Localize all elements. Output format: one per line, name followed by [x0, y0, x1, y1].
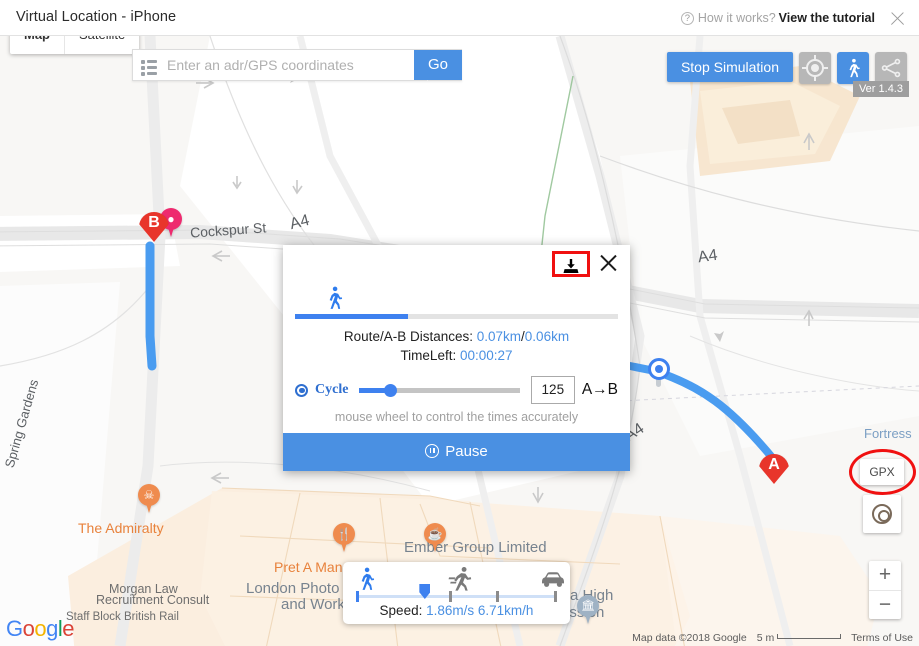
ab-direction-label[interactable]: A→B: [582, 381, 618, 399]
bar-glass-icon: ☠: [143, 488, 155, 502]
zoom-controls[interactable]: + −: [869, 561, 901, 619]
virtual-location-window: Cockspur St A4 A4 A4 Spring Gardens The …: [0, 0, 919, 646]
poi-pin-caffe-nero[interactable]: ☕: [424, 523, 446, 553]
pause-button[interactable]: Pause: [283, 433, 630, 471]
route-distance-value: 0.07km: [476, 329, 522, 344]
cycle-slider-knob[interactable]: [383, 384, 397, 397]
stop-simulation-button[interactable]: Stop Simulation: [666, 52, 793, 82]
locate-me-icon: [872, 504, 892, 524]
speed-tick-car: [554, 591, 557, 602]
map-scale: 5 m: [757, 632, 842, 644]
car-icon[interactable]: [539, 568, 567, 595]
time-left-value: 00:00:27: [459, 348, 513, 363]
gpx-button[interactable]: GPX: [860, 459, 904, 485]
speed-mode-icons: [343, 562, 570, 594]
simulation-dialog-header: [283, 245, 630, 281]
current-location-marker[interactable]: [648, 358, 670, 380]
simulation-progress[interactable]: [283, 281, 630, 323]
walk-mode-button[interactable]: [837, 52, 869, 84]
cycle-times-value[interactable]: 125: [530, 376, 575, 404]
scale-bar-graphic: [777, 634, 842, 639]
speed-label: Speed:: [379, 603, 423, 618]
map-attribution: Map data ©2018 Google 5 m Terms of Use: [632, 630, 919, 646]
progress-track[interactable]: [295, 314, 618, 319]
download-gpx-icon: [562, 257, 580, 281]
map-data-credit: Map data ©2018 Google: [632, 632, 747, 644]
search-input[interactable]: [163, 51, 427, 79]
download-gpx-button[interactable]: [552, 251, 590, 277]
cycle-label[interactable]: Cycle: [315, 382, 348, 398]
close-icon[interactable]: [598, 251, 620, 275]
time-left-line: TimeLeft: 00:00:27: [283, 346, 630, 365]
speed-slider-fill: [356, 595, 425, 598]
speed-popup: Speed: 1.86m/s 6.71km/h: [343, 562, 570, 624]
speed-tick-run: [449, 591, 452, 602]
multi-stop-route-button[interactable]: [875, 52, 907, 84]
speed-tick-walk: [356, 591, 359, 602]
poi-pin-the-admiralty[interactable]: ☠: [138, 484, 160, 514]
ab-distance-value: 0.06km: [524, 329, 570, 344]
pause-circle-icon: [425, 444, 440, 458]
cycle-row: Cycle 125 A→B: [295, 376, 618, 404]
cycle-slider-fill: [359, 388, 387, 393]
list-icon[interactable]: [133, 50, 163, 80]
center-target-button[interactable]: [799, 52, 831, 84]
bank-building-icon: 🏛: [581, 600, 595, 612]
speed-readout: Speed: 1.86m/s 6.71km/h: [343, 603, 570, 618]
page-title: Virtual Location - iPhone: [16, 9, 177, 25]
question-mark-icon: ?: [680, 12, 694, 26]
speed-kmh-value: 6.71km/h: [477, 603, 534, 618]
go-button[interactable]: Go: [414, 50, 462, 80]
version-badge: Ver 1.4.3: [852, 81, 909, 97]
help-label: How it works?: [697, 11, 776, 25]
speed-ms-value: 1.86m/s: [426, 603, 475, 618]
restaurant-icon: 🍴: [336, 527, 352, 541]
simulation-dialog: Route/A-B Distances: 0.07km/0.06km TimeL…: [283, 245, 630, 471]
speed-tick-mid: [496, 591, 499, 602]
crosshair-target-icon: [806, 59, 824, 77]
google-logo: Google: [6, 616, 75, 641]
cycle-times-slider[interactable]: [359, 382, 520, 398]
cycle-hint: mouse wheel to control the times accurat…: [334, 410, 579, 424]
pause-label: Pause: [445, 443, 488, 460]
locate-me-button[interactable]: [863, 495, 901, 533]
view-tutorial-link[interactable]: View the tutorial: [779, 11, 875, 25]
time-left-label: TimeLeft:: [400, 348, 457, 363]
poi-pin-commission[interactable]: 🏛: [577, 595, 599, 625]
search-bar[interactable]: [132, 49, 462, 81]
help-area: ? How it works? View the tutorial: [680, 11, 875, 26]
cafe-cup-icon: ☕: [427, 527, 443, 541]
distances-line: Route/A-B Distances: 0.07km/0.06km: [283, 327, 630, 346]
progress-fill: [295, 314, 409, 319]
title-bar: Virtual Location - iPhone ? How it works?…: [0, 0, 919, 36]
zoom-in-button[interactable]: +: [869, 561, 901, 590]
close-icon[interactable]: [887, 8, 907, 28]
poi-pin-pret-a-manger[interactable]: 🍴: [333, 523, 355, 553]
speed-slider-track[interactable]: [356, 595, 557, 598]
cycle-radio[interactable]: [295, 383, 308, 397]
distances-label: Route/A-B Distances:: [343, 329, 473, 344]
zoom-out-button[interactable]: −: [869, 590, 901, 619]
terms-of-use-link[interactable]: Terms of Use: [851, 632, 913, 644]
